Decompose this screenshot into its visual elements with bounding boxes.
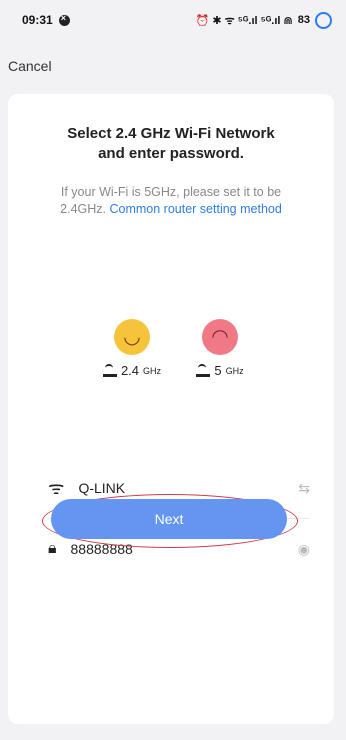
freq-24ghz: ◡ 2.4 GHz bbox=[92, 319, 172, 378]
freq-24-unit: GHz bbox=[143, 365, 162, 376]
battery-level: 83 bbox=[297, 14, 310, 26]
next-button[interactable]: Next bbox=[51, 499, 287, 539]
subtitle: If your Wi-Fi is 5GHz, please set it to … bbox=[48, 184, 294, 218]
notification-icon bbox=[58, 13, 70, 26]
smiley-icon: ◡ bbox=[114, 319, 150, 355]
freq-5-value: 5 bbox=[214, 363, 222, 378]
freq-24-value: 2.4 bbox=[120, 363, 140, 378]
title-line-2: and enter password. bbox=[98, 145, 244, 162]
page-title: Select 2.4 GHz Wi-Fi Network and enter p… bbox=[8, 124, 334, 164]
switch-network-icon[interactable]: ⇆ bbox=[298, 480, 310, 497]
wifi-icon: ᯤ bbox=[48, 478, 65, 498]
router-setting-link[interactable]: Common router setting method bbox=[110, 202, 282, 216]
sad-face-icon: ◠ bbox=[202, 319, 238, 355]
show-password-icon[interactable]: ◉ bbox=[298, 541, 310, 558]
title-line-1: Select 2.4 GHz Wi-Fi Network bbox=[67, 125, 275, 142]
status-icons: ⏰ ✱ ᯤ ⁵ᴳ.ıl ⁵ᴳ.ıl ⋒ bbox=[195, 14, 293, 27]
status-left: 09:31 bbox=[22, 13, 70, 27]
status-time: 09:31 bbox=[22, 13, 53, 27]
battery-icon bbox=[315, 11, 332, 29]
freq-5ghz: ◠ 5 GHz bbox=[180, 319, 260, 378]
wifi-setup-card: Select 2.4 GHz Wi-Fi Network and enter p… bbox=[8, 94, 334, 724]
router-icon bbox=[196, 364, 211, 377]
router-icon bbox=[102, 364, 117, 377]
freq-5-label: 5 GHz bbox=[180, 363, 260, 378]
freq-24-label: 2.4 GHz bbox=[92, 363, 172, 378]
status-bar: 09:31 ⏰ ✱ ᯤ ⁵ᴳ.ıl ⁵ᴳ.ıl ⋒ 83 bbox=[0, 0, 346, 40]
status-right: ⏰ ✱ ᯤ ⁵ᴳ.ıl ⁵ᴳ.ıl ⋒ 83 bbox=[195, 11, 332, 29]
cancel-button[interactable]: Cancel bbox=[8, 58, 52, 74]
lock-icon: 🔒︎ bbox=[48, 540, 57, 557]
freq-5-unit: GHz bbox=[225, 365, 244, 376]
